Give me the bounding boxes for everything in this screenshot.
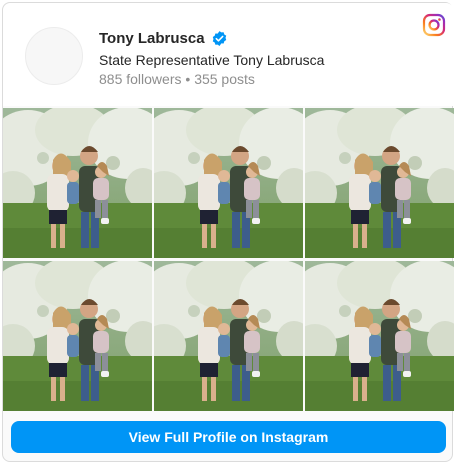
profile-header: Tony Labrusca State Representative Tony …	[3, 3, 454, 106]
post-image	[154, 108, 303, 258]
post-thumbnail[interactable]	[3, 108, 152, 258]
name-row: Tony Labrusca	[99, 30, 228, 47]
posts-grid	[3, 108, 454, 412]
stats-separator: •	[185, 71, 191, 87]
post-thumbnail[interactable]	[154, 261, 303, 411]
view-profile-button[interactable]: View Full Profile on Instagram	[11, 421, 446, 453]
verified-badge-icon	[212, 31, 226, 46]
profile-bio: State Representative Tony Labrusca	[99, 52, 325, 68]
posts-count: 355 posts	[194, 71, 255, 87]
post-thumbnail[interactable]	[305, 108, 454, 258]
avatar[interactable]	[25, 27, 83, 85]
post-image	[3, 108, 152, 258]
instagram-profile-widget: Tony Labrusca State Representative Tony …	[2, 2, 454, 462]
post-image	[154, 261, 303, 411]
post-thumbnail[interactable]	[154, 108, 303, 258]
post-image	[305, 108, 454, 258]
followers-count: 885 followers	[99, 71, 182, 87]
post-thumbnail[interactable]	[305, 261, 454, 411]
profile-stats: 885 followers • 355 posts	[99, 71, 255, 87]
post-thumbnail[interactable]	[3, 261, 152, 411]
post-image	[3, 261, 152, 411]
profile-name[interactable]: Tony Labrusca	[99, 30, 205, 47]
instagram-icon[interactable]	[422, 13, 446, 37]
post-image	[305, 261, 454, 411]
